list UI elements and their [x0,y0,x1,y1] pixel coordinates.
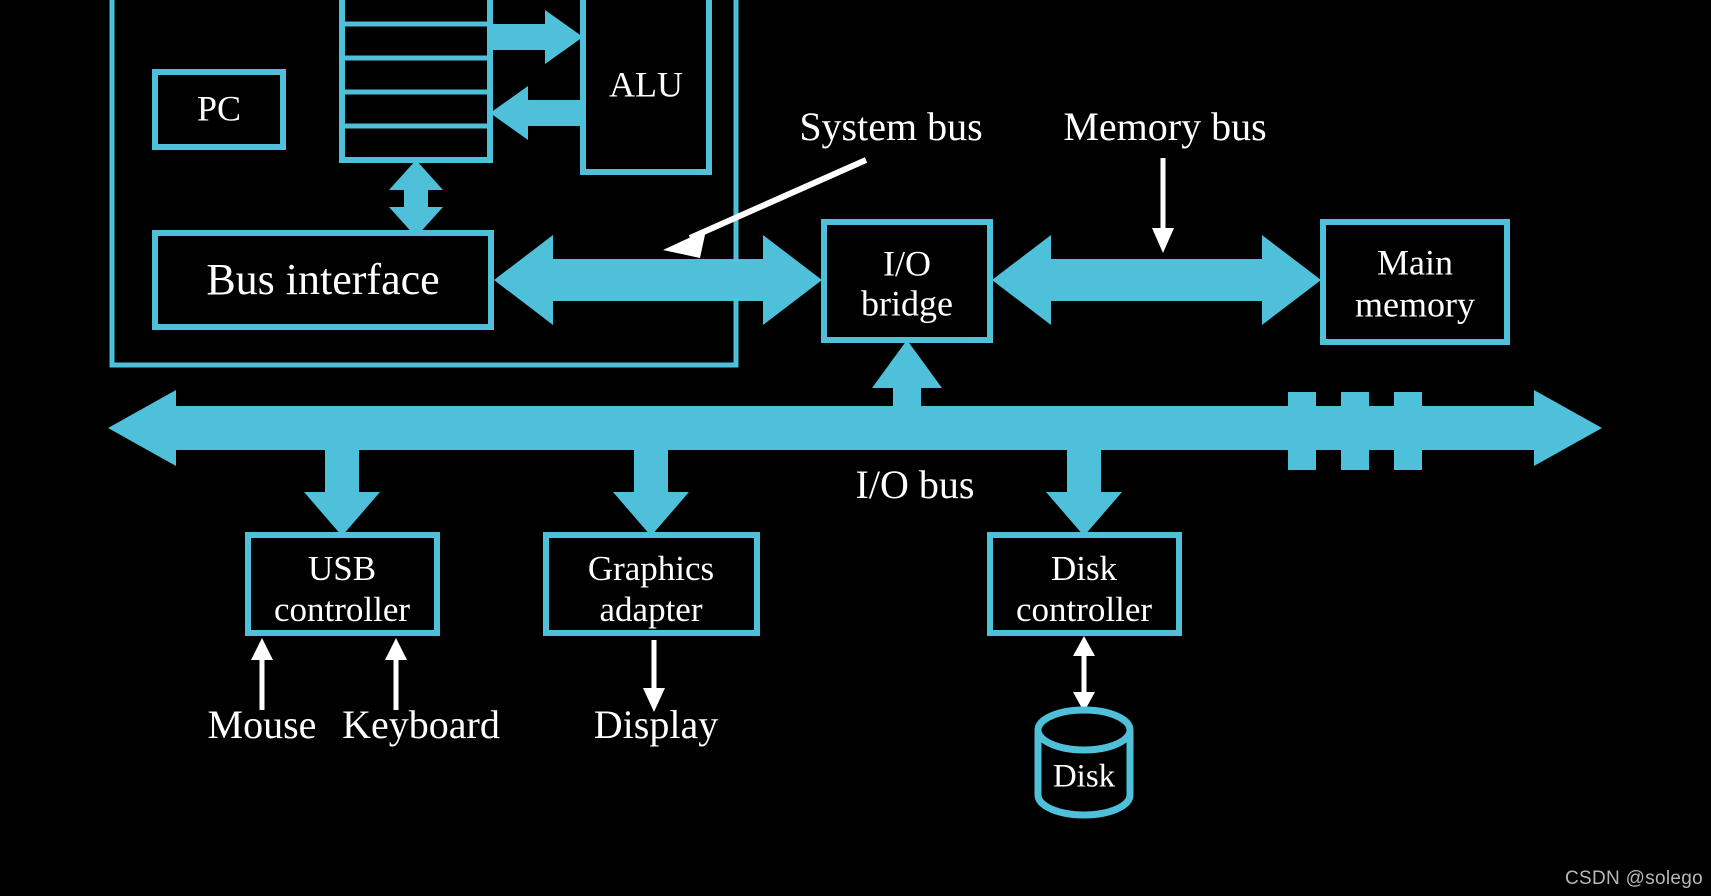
usb-controller-label-line1: USB [308,549,376,588]
disk-controller-label-line1: Disk [1051,549,1118,588]
disk-controller-box: Disk controller [987,532,1182,636]
expansion-slot-3 [1394,392,1422,470]
iobus-to-usb-arrow [304,450,380,536]
csdn-watermark: CSDN @solego [1565,868,1703,889]
disk-label: Disk [1053,759,1116,795]
keyboard-label: Keyboard [342,702,500,747]
mouse-label: Mouse [208,702,317,747]
usb-controller-box: USB controller [245,532,440,636]
keyboard-arrow [385,638,407,710]
alu-box: ALU [580,0,712,175]
main-memory-box: Main memory [1320,219,1510,345]
usb-controller-label-line2: controller [274,590,410,629]
main-memory-label-line2: memory [1355,284,1475,324]
system-bus-label: System bus [799,104,982,149]
memory-bus-arrow [992,235,1321,325]
io-bridge-label-line1: I/O [883,243,931,283]
system-architecture-diagram: PC ALU Bus interface I/O bridge Main mem… [108,0,1602,819]
graphics-adapter-label-line1: Graphics [588,549,714,588]
diagram-canvas: PC ALU Bus interface I/O bridge Main mem… [0,0,1711,896]
expansion-slot-2 [1341,392,1369,470]
io-bridge-box: I/O bridge [821,219,993,343]
graphics-adapter-label-line2: adapter [600,590,703,629]
disk-cylinder: Disk [1034,706,1134,819]
alu-label: ALU [609,64,683,104]
memory-bus-callout-arrow [1152,158,1174,253]
disk-link-arrow [1073,636,1095,712]
iobus-to-disk-arrow [1046,450,1122,536]
mouse-arrow [251,638,273,710]
memory-bus-label: Memory bus [1063,104,1266,149]
pc-box: PC [152,69,286,150]
expansion-slot-1 [1288,392,1316,470]
pc-label: PC [197,88,241,128]
io-bridge-label-line2: bridge [861,283,953,323]
graphics-adapter-box: Graphics adapter [543,532,760,636]
iobus-to-graphics-arrow [613,450,689,536]
main-memory-label-line1: Main [1377,242,1453,282]
display-label: Display [594,702,718,747]
bus-interface-box: Bus interface [152,230,494,330]
bus-interface-label: Bus interface [206,255,439,304]
register-file [339,0,493,163]
io-bus-label: I/O bus [856,462,975,507]
disk-controller-label-line2: controller [1016,590,1152,629]
